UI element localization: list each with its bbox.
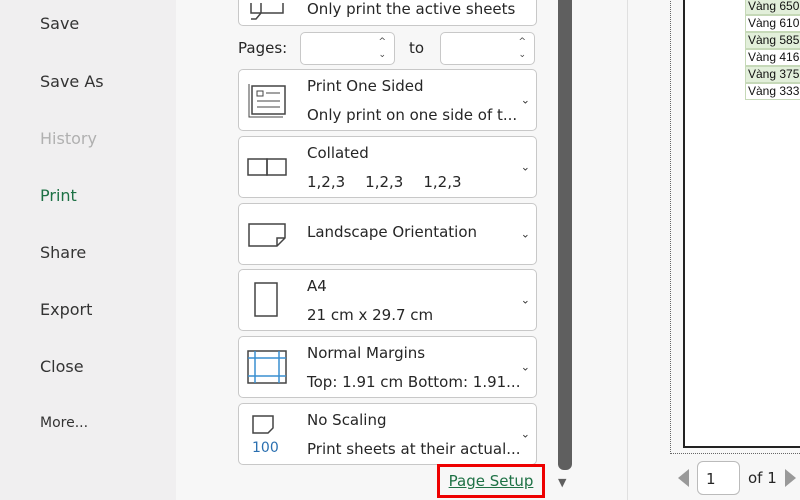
orientation-title: Landscape Orientation xyxy=(307,223,478,241)
collate-seq: 1,2,3 xyxy=(365,173,404,191)
scaling-icon: 100 xyxy=(252,415,279,454)
scaling-sub: Print sheets at their actual... xyxy=(307,440,521,458)
paper-icon xyxy=(254,282,278,317)
print-active-sheets-dropdown[interactable]: Only print the active sheets xyxy=(238,0,537,26)
nav-save-as[interactable]: Save As xyxy=(40,72,104,91)
pages-label: Pages: xyxy=(238,39,288,57)
paper-title: A4 xyxy=(307,277,327,295)
chevron-down-icon: ⌄ xyxy=(520,427,530,441)
margins-sub: Top: 1.91 cm Bottom: 1.91... xyxy=(307,373,521,391)
sided-title: Print One Sided xyxy=(307,77,424,95)
scaling-title: No Scaling xyxy=(307,411,387,429)
preview-cell: Vàng 650 xyxy=(745,0,800,15)
chevron-down-icon: ⌄ xyxy=(520,360,530,374)
preview-cell: Vàng 375 xyxy=(745,66,800,83)
next-page-icon[interactable] xyxy=(784,469,796,487)
scroll-down-icon[interactable]: ▼ xyxy=(558,476,566,489)
page-count: of 1 xyxy=(748,469,777,487)
nav-save[interactable]: Save xyxy=(40,14,79,33)
preview-cell: Vàng 333 xyxy=(745,83,800,100)
margins-icon xyxy=(247,350,287,384)
preview-cell: Vàng 610 xyxy=(745,15,800,32)
page-navigator: 1 of 1 xyxy=(678,461,796,495)
nav-history: History xyxy=(40,129,97,148)
sided-sub: Only print on one side of t... xyxy=(307,106,518,124)
landscape-icon xyxy=(248,223,286,247)
nav-close[interactable]: Close xyxy=(40,357,84,376)
spin-up-icon[interactable]: ^ xyxy=(518,37,526,47)
spin-down-icon[interactable]: ⌄ xyxy=(378,50,386,60)
margins-dropdown[interactable]: Normal Margins Top: 1.91 cm Bottom: 1.91… xyxy=(238,336,537,398)
preview-cell: Vàng 585 xyxy=(745,32,800,49)
spin-down-icon[interactable]: ⌄ xyxy=(518,50,526,60)
nav-export[interactable]: Export xyxy=(40,300,92,319)
collated-sub: 1,2,3 1,2,3 1,2,3 xyxy=(307,173,462,191)
collated-icon xyxy=(247,158,287,176)
paper-size-dropdown[interactable]: A4 21 cm x 29.7 cm ⌄ xyxy=(238,269,537,331)
sheets-icon xyxy=(250,3,284,20)
one-sided-icon xyxy=(248,84,286,118)
nav-share[interactable]: Share xyxy=(40,243,86,262)
nav-more[interactable]: More... xyxy=(40,415,88,431)
orientation-dropdown[interactable]: Landscape Orientation ⌄ xyxy=(238,203,537,265)
margins-title: Normal Margins xyxy=(307,344,426,362)
backstage-sidebar: Save Save As History Print Share Export … xyxy=(0,0,176,500)
prev-page-icon[interactable] xyxy=(678,469,689,487)
collate-seq: 1,2,3 xyxy=(423,173,462,191)
page-setup-link[interactable]: Page Setup xyxy=(437,464,545,498)
chevron-down-icon: ⌄ xyxy=(520,227,530,241)
spin-up-icon[interactable]: ^ xyxy=(378,37,386,47)
active-sheets-sub: Only print the active sheets xyxy=(307,0,516,18)
scaling-dropdown[interactable]: 100 No Scaling Print sheets at their act… xyxy=(238,403,537,465)
nav-print[interactable]: Print xyxy=(40,186,77,205)
pages-to-input[interactable]: ^ ⌄ xyxy=(440,32,535,65)
scrollbar-thumb[interactable] xyxy=(558,0,572,470)
pages-from-input[interactable]: ^ ⌄ xyxy=(300,32,395,65)
page-setup-label: Page Setup xyxy=(448,472,534,490)
preview-cell: Vàng 416 xyxy=(745,49,800,66)
to-label: to xyxy=(409,39,425,57)
chevron-down-icon: ⌄ xyxy=(520,160,530,174)
paper-sub: 21 cm x 29.7 cm xyxy=(307,306,434,324)
current-page-input[interactable]: 1 xyxy=(697,461,740,495)
chevron-down-icon: ⌄ xyxy=(520,293,530,307)
collated-title: Collated xyxy=(307,144,369,162)
sided-dropdown[interactable]: Print One Sided Only print on one side o… xyxy=(238,69,537,131)
collate-seq: 1,2,3 xyxy=(307,173,346,191)
svg-text:100: 100 xyxy=(252,440,279,454)
collated-dropdown[interactable]: Collated 1,2,3 1,2,3 1,2,3 ⌄ xyxy=(238,136,537,198)
chevron-down-icon: ⌄ xyxy=(520,93,530,107)
